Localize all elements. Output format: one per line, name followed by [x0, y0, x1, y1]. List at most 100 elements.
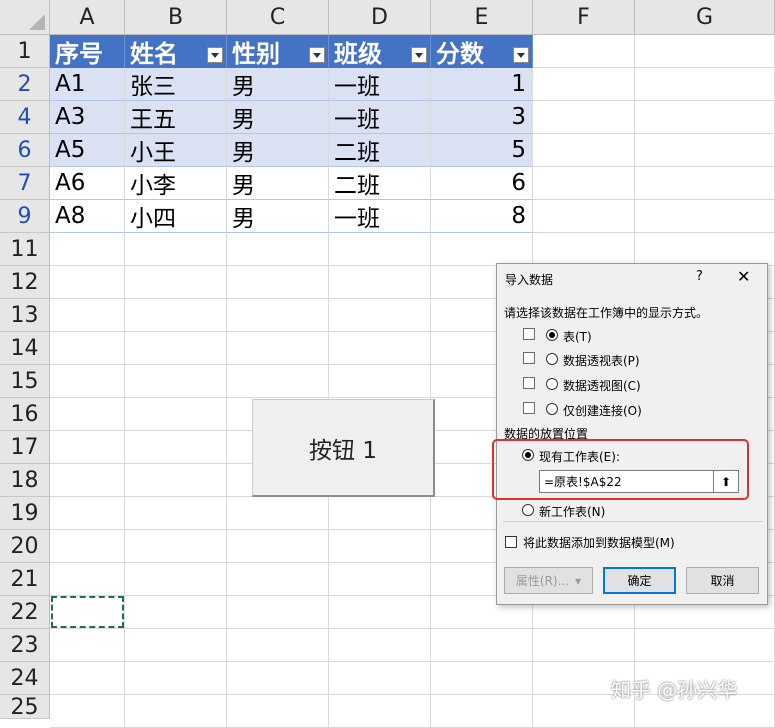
row-header-25[interactable]: 25: [0, 695, 50, 720]
grid-cell[interactable]: [50, 398, 125, 431]
grid-cell[interactable]: [635, 629, 775, 662]
column-header-f[interactable]: F: [533, 0, 635, 35]
grid-cell[interactable]: [533, 629, 635, 662]
grid-cell[interactable]: [533, 35, 635, 68]
table-cell[interactable]: 一班: [329, 200, 431, 233]
add-data-model-checkbox[interactable]: [505, 536, 517, 548]
grid-cell[interactable]: [329, 266, 431, 299]
table-cell[interactable]: 男: [227, 134, 329, 167]
column-header-e[interactable]: E: [431, 0, 533, 35]
grid-cell[interactable]: [50, 332, 125, 365]
grid-cell[interactable]: [50, 233, 125, 266]
row-header-14[interactable]: 14: [0, 332, 50, 365]
table-header-cell[interactable]: 姓名: [125, 35, 227, 68]
table-header-cell[interactable]: 分数: [431, 35, 533, 68]
filter-dropdown-icon[interactable]: [513, 47, 529, 63]
table-cell[interactable]: 小四: [125, 200, 227, 233]
grid-cell[interactable]: [329, 662, 431, 695]
grid-cell[interactable]: [635, 134, 775, 167]
row-header-18[interactable]: 18: [0, 464, 50, 497]
column-header-b[interactable]: B: [125, 0, 227, 35]
table-cell[interactable]: 男: [227, 101, 329, 134]
grid-cell[interactable]: [329, 629, 431, 662]
row-header-11[interactable]: 11: [0, 233, 50, 266]
grid-cell[interactable]: [635, 200, 775, 233]
option-pivot-table-label[interactable]: 数据透视表(P): [563, 352, 640, 369]
grid-cell[interactable]: [329, 596, 431, 629]
help-icon[interactable]: ?: [696, 269, 703, 284]
grid-cell[interactable]: [431, 233, 533, 266]
grid-cell[interactable]: [329, 563, 431, 596]
grid-cell[interactable]: [533, 101, 635, 134]
grid-cell[interactable]: [125, 266, 227, 299]
row-header-19[interactable]: 19: [0, 497, 50, 530]
grid-cell[interactable]: [50, 299, 125, 332]
grid-cell[interactable]: [227, 365, 329, 398]
row-header-16[interactable]: 16: [0, 398, 50, 431]
grid-cell[interactable]: [227, 596, 329, 629]
table-cell[interactable]: 1: [431, 68, 533, 101]
table-cell[interactable]: 一班: [329, 68, 431, 101]
properties-button[interactable]: 属性(R)... ▾: [504, 567, 593, 594]
grid-cell[interactable]: [125, 431, 227, 464]
table-cell[interactable]: 3: [431, 101, 533, 134]
filter-applied-icon[interactable]: [309, 47, 325, 63]
grid-cell[interactable]: [635, 68, 775, 101]
grid-cell[interactable]: [227, 530, 329, 563]
grid-cell[interactable]: [50, 365, 125, 398]
radio-table[interactable]: [546, 329, 558, 341]
column-header-a[interactable]: A: [50, 0, 125, 35]
grid-cell[interactable]: [50, 629, 125, 662]
row-header-23[interactable]: 23: [0, 629, 50, 662]
column-header-d[interactable]: D: [329, 0, 431, 35]
column-header-c[interactable]: C: [227, 0, 329, 35]
grid-cell[interactable]: [125, 596, 227, 629]
grid-cell[interactable]: [125, 530, 227, 563]
grid-cell[interactable]: [50, 464, 125, 497]
row-header-4[interactable]: 4: [0, 101, 50, 134]
grid-cell[interactable]: [431, 695, 533, 728]
select-all-corner[interactable]: [0, 0, 50, 35]
grid-cell[interactable]: [227, 563, 329, 596]
table-header-cell[interactable]: 班级: [329, 35, 431, 68]
table-cell[interactable]: 张三: [125, 68, 227, 101]
grid-cell[interactable]: [635, 35, 775, 68]
grid-cell[interactable]: [329, 497, 431, 530]
radio-pivot-chart[interactable]: [546, 378, 558, 390]
close-icon[interactable]: ✕: [737, 267, 750, 286]
grid-cell[interactable]: [635, 233, 775, 266]
grid-cell[interactable]: [635, 101, 775, 134]
row-header-12[interactable]: 12: [0, 266, 50, 299]
row-header-21[interactable]: 21: [0, 563, 50, 596]
grid-cell[interactable]: [533, 68, 635, 101]
table-cell[interactable]: 5: [431, 134, 533, 167]
grid-cell[interactable]: [533, 134, 635, 167]
grid-cell[interactable]: [431, 662, 533, 695]
grid-cell[interactable]: [125, 695, 227, 728]
grid-cell[interactable]: [227, 299, 329, 332]
radio-pivot-table[interactable]: [546, 353, 558, 365]
grid-cell[interactable]: [533, 233, 635, 266]
row-header-13[interactable]: 13: [0, 299, 50, 332]
grid-cell[interactable]: [329, 299, 431, 332]
grid-cell[interactable]: [50, 563, 125, 596]
grid-cell[interactable]: [533, 167, 635, 200]
grid-cell[interactable]: [50, 695, 125, 728]
grid-cell[interactable]: [227, 332, 329, 365]
new-sheet-label[interactable]: 新工作表(N): [539, 503, 605, 520]
grid-cell[interactable]: [329, 233, 431, 266]
grid-cell[interactable]: [125, 497, 227, 530]
table-cell[interactable]: A1: [50, 68, 125, 101]
ok-button[interactable]: 确定: [603, 567, 676, 594]
table-cell[interactable]: 小李: [125, 167, 227, 200]
grid-cell[interactable]: [227, 695, 329, 728]
grid-cell[interactable]: [125, 662, 227, 695]
grid-cell[interactable]: [50, 530, 125, 563]
grid-cell[interactable]: [227, 497, 329, 530]
form-button-1[interactable]: 按钮 1: [252, 399, 435, 497]
cancel-button[interactable]: 取消: [686, 567, 759, 594]
row-header-2[interactable]: 2: [0, 68, 50, 101]
filter-dropdown-icon[interactable]: [411, 47, 427, 63]
table-cell[interactable]: 小王: [125, 134, 227, 167]
filter-dropdown-icon[interactable]: [207, 47, 223, 63]
